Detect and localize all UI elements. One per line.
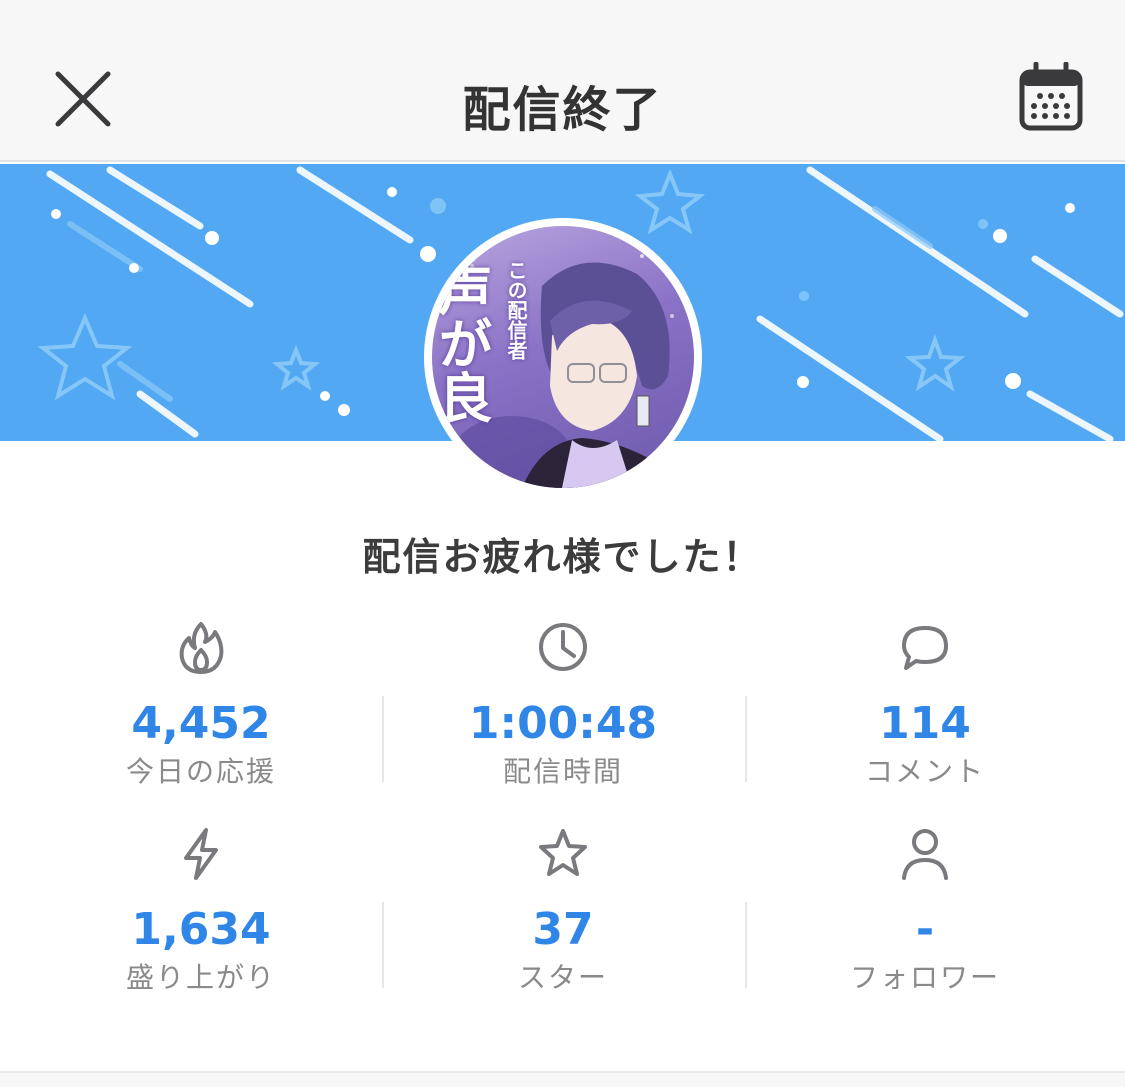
stat-value: 114: [879, 698, 971, 749]
stat-duration: 1:00:48 配信時間: [382, 610, 744, 800]
avatar: この配信者 声が良: [432, 226, 694, 488]
stat-stars: 37 スター: [382, 816, 744, 1006]
stat-label: 今日の応援: [125, 755, 276, 788]
stat-label: フォロワー: [849, 961, 1000, 994]
stat-value: 1,634: [131, 904, 271, 955]
avatar-caption-small: この配信者: [504, 260, 528, 360]
person-icon: [902, 829, 948, 880]
stat-value: -: [915, 904, 935, 955]
stat-value: 37: [532, 904, 594, 955]
page-title: 配信終了: [462, 82, 663, 138]
stat-support: 4,452 今日の応援: [20, 610, 382, 800]
star-icon: [539, 829, 587, 876]
stat-excitement: 1,634 盛り上がり: [20, 816, 382, 1006]
avatar-frame[interactable]: この配信者 声が良: [424, 218, 702, 496]
stat-label: コメント: [864, 755, 985, 788]
bottom-area: [0, 1073, 1125, 1087]
stat-label: 配信時間: [502, 755, 623, 788]
stat-label: 盛り上がり: [125, 961, 276, 994]
stat-followers: - フォロワー: [744, 816, 1106, 1006]
clock-icon: [539, 623, 587, 671]
header-bar: 配信終了: [0, 0, 1125, 162]
stat-value: 1:00:48: [468, 698, 658, 749]
comment-icon: [902, 626, 948, 670]
stat-label: スター: [517, 961, 608, 994]
stat-value: 4,452: [131, 698, 271, 749]
end-message: 配信お疲れ様でした！: [362, 535, 763, 579]
flame-icon: [179, 622, 224, 674]
stat-comments: 114 コメント: [744, 610, 1106, 800]
lightning-icon: [184, 828, 218, 880]
calendar-icon: [1019, 61, 1083, 131]
avatar-caption-big: 声が良: [432, 262, 493, 424]
calendar-button[interactable]: [1018, 61, 1084, 132]
